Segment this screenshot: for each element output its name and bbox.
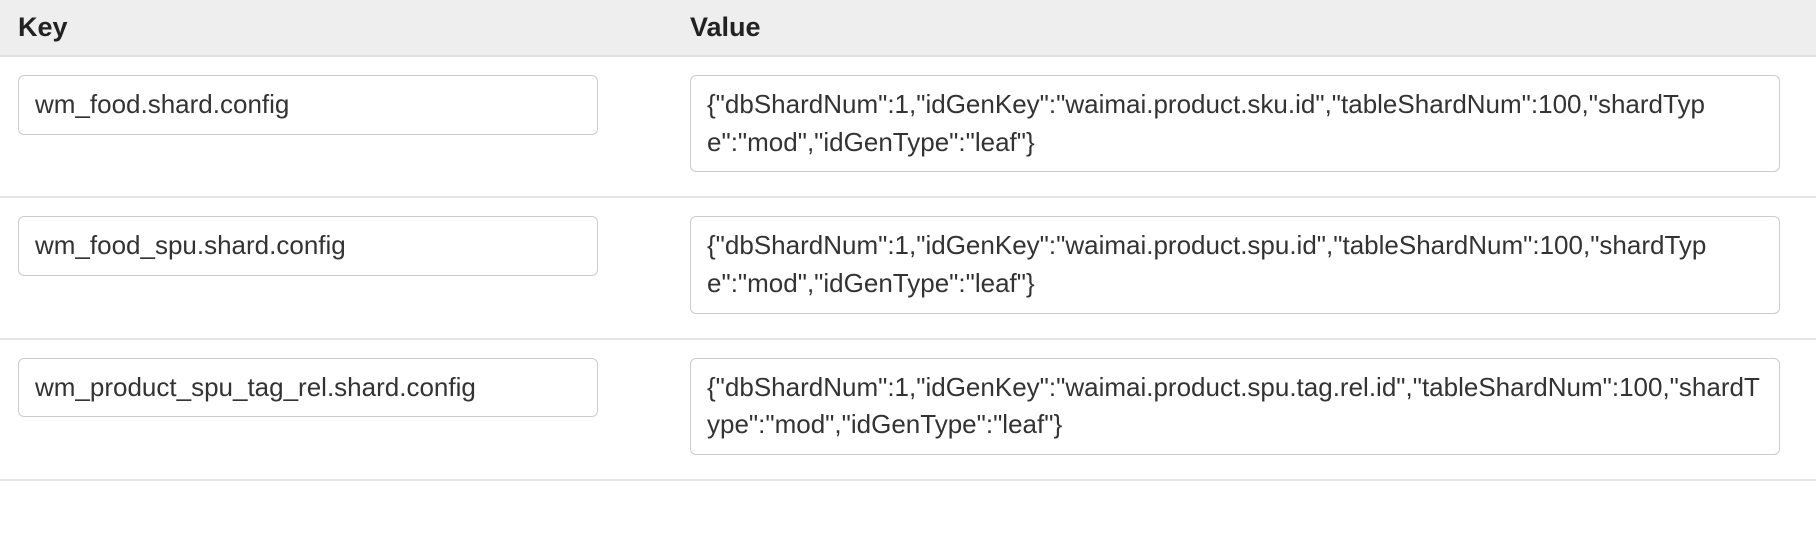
table-row: wm_product_spu_tag_rel.shard.config {"db…: [0, 340, 1816, 481]
table-row: wm_food.shard.config {"dbShardNum":1,"id…: [0, 57, 1816, 198]
table-row: wm_food_spu.shard.config {"dbShardNum":1…: [0, 198, 1816, 339]
header-value: Value: [690, 12, 761, 42]
key-input[interactable]: wm_food_spu.shard.config: [18, 216, 598, 276]
table-header: Key Value: [0, 0, 1816, 57]
value-input[interactable]: {"dbShardNum":1,"idGenKey":"waimai.produ…: [690, 358, 1780, 455]
value-input[interactable]: {"dbShardNum":1,"idGenKey":"waimai.produ…: [690, 75, 1780, 172]
value-input[interactable]: {"dbShardNum":1,"idGenKey":"waimai.produ…: [690, 216, 1780, 313]
header-key: Key: [18, 12, 68, 42]
key-input[interactable]: wm_product_spu_tag_rel.shard.config: [18, 358, 598, 418]
key-input[interactable]: wm_food.shard.config: [18, 75, 598, 135]
